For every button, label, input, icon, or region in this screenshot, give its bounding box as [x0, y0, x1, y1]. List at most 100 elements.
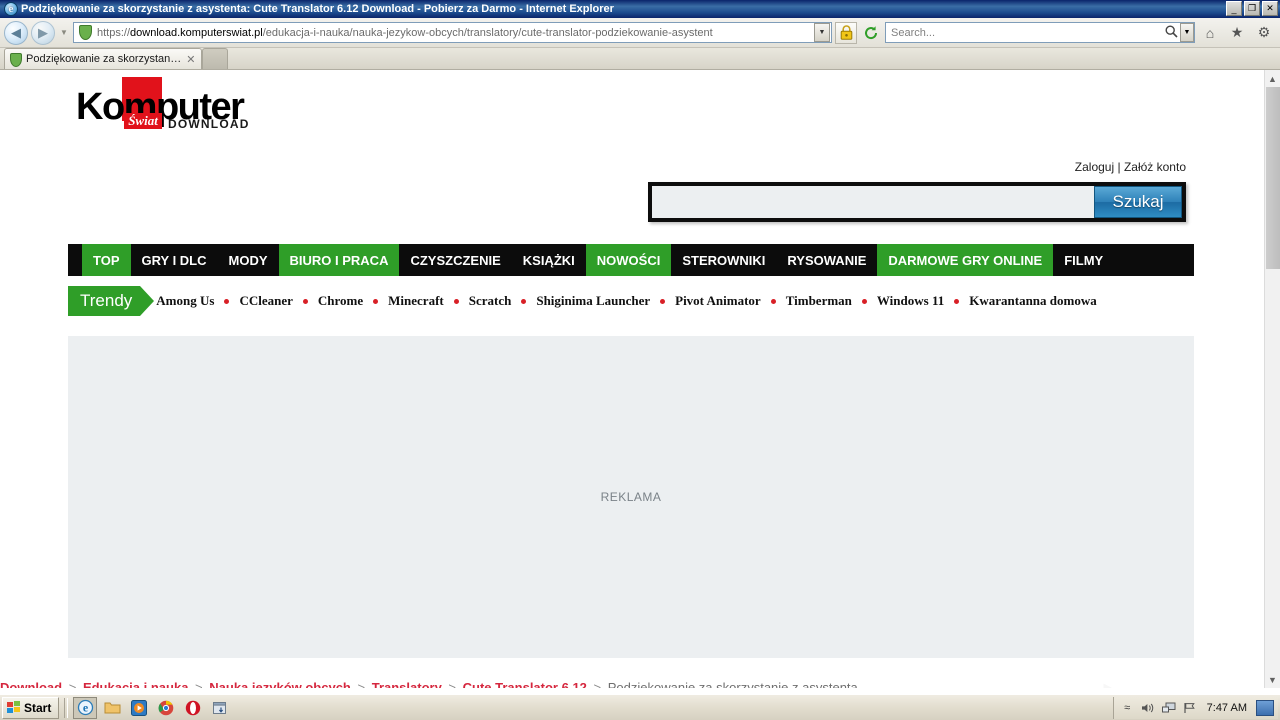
nav-item-rysowanie[interactable]: RYSOWANIE: [776, 244, 877, 276]
breadcrumb-link[interactable]: Download: [0, 680, 62, 688]
windows-flag-glyph: [7, 701, 20, 713]
trending-item[interactable]: Pivot Animator: [675, 293, 761, 309]
scrollbar-thumb[interactable]: [1266, 87, 1280, 269]
taskbar-clock[interactable]: 7:47 AM: [1204, 702, 1250, 714]
nav-item-nowo-ci[interactable]: NOWOŚCI: [585, 244, 672, 276]
new-tab-button[interactable]: [201, 48, 228, 69]
home-icon[interactable]: ⌂: [1198, 21, 1222, 45]
nav-item-sterowniki[interactable]: STEROWNIKI: [671, 244, 776, 276]
volume-icon[interactable]: [1141, 700, 1156, 715]
windows-flag-icon: [7, 701, 21, 714]
nav-item-biuro-i-praca[interactable]: BIURO I PRACA: [278, 244, 400, 276]
tab-favicon-shield-icon: [10, 53, 22, 67]
breadcrumb-link[interactable]: Nauka języków obcych: [209, 680, 351, 688]
tab-strip: Podziękowanie za skorzystan… ✕: [0, 48, 1280, 70]
address-bar[interactable]: https://download.komputerswiat.pl/edukac…: [73, 22, 832, 43]
start-button[interactable]: Start: [2, 696, 60, 719]
trending-separator-dot: [770, 298, 776, 304]
show-desktop-button[interactable]: [1256, 699, 1274, 716]
scroll-down-arrow[interactable]: ▼: [1265, 671, 1280, 688]
nav-item-ksi-ki[interactable]: KSIĄŻKI: [512, 244, 586, 276]
trending-item[interactable]: Kwarantanna domowa: [969, 293, 1097, 309]
maximize-button[interactable]: ❐: [1244, 1, 1260, 16]
search-icon[interactable]: [1162, 24, 1180, 41]
page-content: Komputer Świat DOWNLOAD Zaloguj | Załóż …: [0, 70, 1264, 688]
trending-item[interactable]: Timberman: [786, 293, 852, 309]
windows-taskbar: Start e ≈ 7:47 AM: [0, 694, 1280, 720]
trending-item[interactable]: Windows 11: [877, 293, 944, 309]
trending-items: Among Us CCleaner Chrome Minecraft Scratch Sh…: [156, 293, 1096, 309]
register-link[interactable]: Załóż konto: [1124, 160, 1186, 174]
volume-glyph: [1142, 703, 1154, 712]
nav-item-filmy[interactable]: FILMY: [1053, 244, 1114, 276]
address-bar-url: https://download.komputerswiat.pl/edukac…: [97, 27, 814, 39]
trending-item[interactable]: Among Us: [156, 293, 214, 309]
breadcrumb-link[interactable]: Translatory: [372, 680, 442, 688]
flag-icon[interactable]: [1183, 700, 1198, 715]
trending-item[interactable]: Chrome: [318, 293, 363, 309]
svg-text:e: e: [83, 701, 89, 715]
trending-separator-dot: [373, 298, 379, 304]
browser-search-box[interactable]: Search... ▼: [885, 22, 1195, 43]
taskbar-google-chrome-icon[interactable]: [154, 697, 178, 719]
taskbar-internet-explorer-icon[interactable]: e: [73, 696, 98, 719]
refresh-glyph: [865, 25, 878, 39]
login-link[interactable]: Zaloguj: [1075, 160, 1114, 174]
network-icon[interactable]: [1162, 700, 1177, 715]
site-search: Szukaj: [648, 182, 1186, 222]
site-logo[interactable]: Komputer Świat DOWNLOAD: [76, 77, 248, 142]
browser-search-input[interactable]: Search...: [886, 27, 1162, 39]
site-search-button[interactable]: Szukaj: [1094, 186, 1182, 218]
show-hidden-icons-arrow[interactable]: ≈: [1120, 700, 1135, 715]
browser-toolbar: ◀ ▶ ▼ https://download.komputerswiat.pl/…: [0, 18, 1280, 48]
nav-item-czyszczenie[interactable]: CZYSZCZENIE: [399, 244, 511, 276]
site-search-input[interactable]: [652, 186, 1094, 218]
breadcrumb-link[interactable]: Edukacja i nauka: [83, 680, 189, 688]
minimize-button[interactable]: _: [1226, 1, 1242, 16]
refresh-icon[interactable]: [860, 22, 882, 44]
nav-item-top[interactable]: TOP: [82, 244, 131, 276]
breadcrumb-current: Podziękowanie za skorzystanie z asystent…: [607, 680, 858, 688]
gear-icon[interactable]: ⚙: [1252, 21, 1276, 45]
chrome-glyph: [158, 700, 174, 715]
trending-item[interactable]: Minecraft: [388, 293, 444, 309]
breadcrumb-link[interactable]: Cute Translator 6.12: [463, 680, 587, 688]
installer-window-glyph: [213, 701, 227, 714]
address-dropdown-icon[interactable]: ▼: [814, 23, 830, 42]
magnifier-glyph: [1164, 24, 1178, 38]
recent-pages-caret[interactable]: ▼: [58, 28, 70, 37]
close-button[interactable]: ✕: [1262, 1, 1278, 16]
lock-icon[interactable]: [835, 21, 857, 44]
trending-separator-dot: [453, 298, 459, 304]
trending-item[interactable]: Shiginima Launcher: [536, 293, 650, 309]
internet-explorer-icon: [4, 2, 18, 16]
nav-item-mody[interactable]: MODY: [218, 244, 279, 276]
tab-label: Podziękowanie za skorzystan…: [26, 53, 182, 65]
search-provider-dropdown[interactable]: ▼: [1180, 23, 1194, 42]
forward-button[interactable]: ▶: [31, 20, 55, 45]
vertical-scrollbar[interactable]: ▲ ▼: [1264, 70, 1280, 688]
lock-glyph: [840, 25, 852, 40]
nav-item-gry-i-dlc[interactable]: GRY I DLC: [131, 244, 218, 276]
advertisement-placeholder: REKLAMA: [68, 336, 1194, 658]
scroll-up-arrow[interactable]: ▲: [1265, 70, 1280, 87]
media-player-glyph: [131, 699, 148, 716]
site-header: Komputer Świat DOWNLOAD Zaloguj | Załóż …: [0, 70, 1264, 222]
trending-separator-dot: [302, 298, 308, 304]
favorites-icon[interactable]: ★: [1225, 21, 1249, 45]
opera-glyph: [186, 700, 201, 715]
nav-item-darmowe-gry-online[interactable]: DARMOWE GRY ONLINE: [877, 244, 1054, 276]
taskbar-installer-icon[interactable]: [208, 697, 232, 719]
tab-close-icon[interactable]: ✕: [186, 53, 195, 66]
taskbar-media-player-icon[interactable]: [127, 697, 151, 719]
url-path: /edukacja-i-nauka/nauka-jezykow-obcych/t…: [262, 26, 713, 39]
browser-tab-active[interactable]: Podziękowanie za skorzystan… ✕: [4, 48, 202, 69]
back-button[interactable]: ◀: [4, 20, 28, 45]
network-glyph: [1162, 702, 1176, 712]
trending-item[interactable]: Scratch: [469, 293, 512, 309]
taskbar-opera-icon[interactable]: [181, 697, 205, 719]
taskbar-file-explorer-icon[interactable]: [100, 697, 124, 719]
trending-item[interactable]: CCleaner: [239, 293, 292, 309]
window-title: Podziękowanie za skorzystanie z asystent…: [21, 3, 614, 15]
trending-separator-dot: [224, 298, 230, 304]
